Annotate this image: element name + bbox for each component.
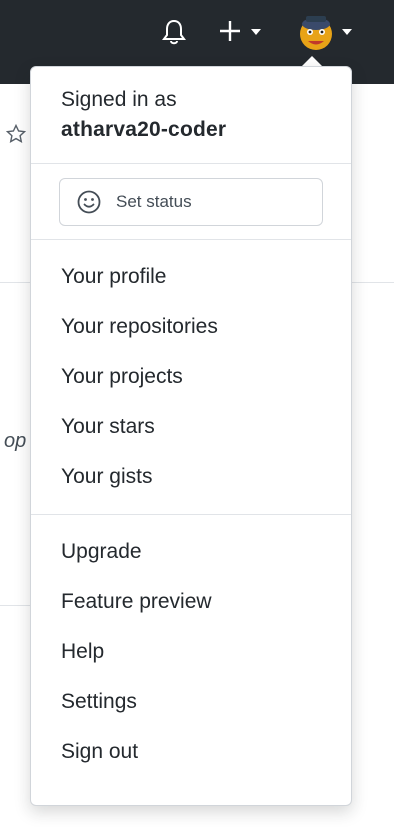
menu-item-upgrade[interactable]: Upgrade: [31, 527, 351, 577]
menu-item-your-gists[interactable]: Your gists: [31, 452, 351, 502]
menu-item-your-stars[interactable]: Your stars: [31, 402, 351, 452]
divider: [0, 605, 30, 606]
status-section: Set status: [31, 164, 351, 239]
signed-in-header: Signed in as atharva20-coder: [31, 67, 351, 163]
menu-item-sign-out[interactable]: Sign out: [31, 727, 351, 777]
smiley-icon: [76, 189, 102, 215]
dropdown-pointer: [302, 56, 322, 66]
divider: [0, 282, 30, 283]
dropdown-caret-icon[interactable]: [341, 26, 353, 38]
set-status-label: Set status: [116, 192, 192, 211]
user-dropdown-menu: Signed in as atharva20-coder Set status …: [30, 66, 352, 806]
background-text-fragment: op: [4, 430, 27, 452]
avatar[interactable]: [296, 12, 336, 52]
star-icon[interactable]: [5, 123, 27, 144]
profile-menu-group: Your profile Your repositories Your proj…: [31, 240, 351, 514]
menu-item-your-profile[interactable]: Your profile: [31, 252, 351, 302]
divider: [352, 282, 394, 283]
menu-item-your-repositories[interactable]: Your repositories: [31, 302, 351, 352]
signed-in-label: Signed in as: [61, 88, 177, 111]
plus-icon[interactable]: [216, 16, 244, 46]
menu-item-help[interactable]: Help: [31, 627, 351, 677]
menu-item-your-projects[interactable]: Your projects: [31, 352, 351, 402]
username: atharva20-coder: [61, 118, 227, 141]
account-menu-group: Upgrade Feature preview Help Settings Si…: [31, 515, 351, 789]
menu-item-feature-preview[interactable]: Feature preview: [31, 577, 351, 627]
dropdown-caret-icon[interactable]: [250, 26, 262, 38]
set-status-button[interactable]: Set status: [59, 178, 323, 226]
menu-item-settings[interactable]: Settings: [31, 677, 351, 727]
bell-icon[interactable]: [160, 18, 188, 46]
